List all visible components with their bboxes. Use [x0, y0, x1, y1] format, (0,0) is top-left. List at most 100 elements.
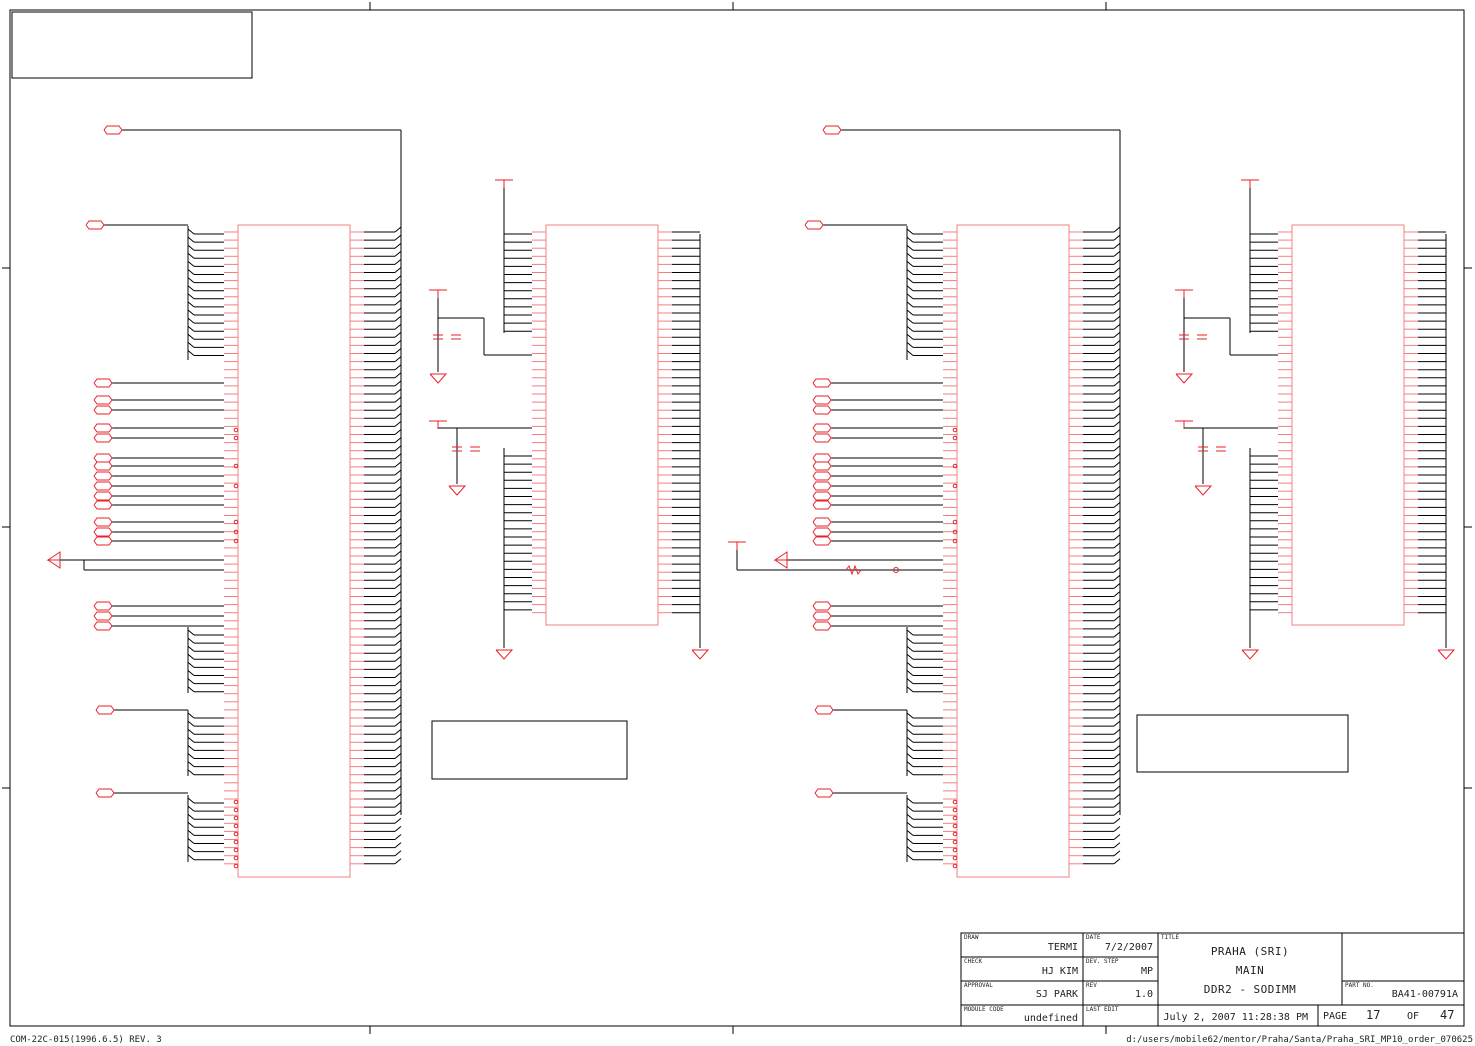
bus-right-right-entry [1113, 283, 1121, 290]
bus-right-left-entry [906, 769, 914, 776]
port-right-signal [812, 405, 832, 415]
bus-right-right-entry [1113, 566, 1121, 573]
bus-left-right-entry [394, 720, 402, 727]
bus-right-right-entry [1113, 340, 1121, 346]
bus-right-left-entry [906, 261, 914, 267]
bus-left-right-entry [394, 275, 402, 281]
port-left-signal [93, 611, 113, 621]
port-right-signal [812, 491, 832, 501]
bus-right-left-entry [906, 285, 914, 292]
bus-left-left-entry [187, 670, 195, 676]
bus-left-right-entry [394, 259, 402, 265]
bus-left-right-entry [394, 696, 402, 703]
testpoint-right [952, 839, 958, 845]
port-right-signal [812, 461, 832, 471]
bus-right-right-entry [1113, 558, 1121, 565]
approval-label: APPROVAL [964, 982, 993, 989]
bus-right-left-entry [906, 670, 914, 676]
bus-right-right-entry [1113, 259, 1121, 265]
testpoint-left [233, 815, 239, 821]
testpoint-right [952, 427, 958, 433]
bus-right-right-entry [1113, 412, 1121, 419]
gnd-right-right [1437, 649, 1456, 660]
bus-left-right-entry [394, 680, 402, 686]
bus-left-left-entry [187, 252, 195, 259]
file-path: d:/users/mobile62/mentor/Praha/Santa/Pra… [1126, 1035, 1473, 1045]
bus-left-right-entry [394, 550, 402, 557]
port-right-signal [812, 395, 832, 405]
bus-left-left-entry [187, 645, 195, 652]
bus-right-right-entry [1113, 331, 1121, 338]
bus-right-right-entry [1113, 477, 1121, 484]
bus-left-right-entry [394, 583, 402, 589]
bus-left-right-entry [394, 493, 402, 500]
bus-left-right-entry [394, 809, 402, 816]
bus-left-right-entry [394, 728, 402, 735]
bus-right-left-entry [906, 712, 914, 719]
note-box-left [431, 720, 628, 780]
bus-right-right-entry [1113, 242, 1121, 249]
testpoint-left [233, 855, 239, 861]
bus-left-right-entry [394, 267, 402, 273]
bus-right-right-entry [1113, 834, 1121, 840]
port-left-c [95, 788, 115, 798]
bus-left-left-entry [187, 333, 195, 340]
bus-left-right-entry [394, 380, 402, 387]
testpoint-left [233, 483, 239, 489]
bus-left-right-entry [394, 396, 402, 403]
bus-left-left-entry [187, 293, 195, 300]
bus-left-right-entry [394, 429, 402, 435]
bus-left-right-entry [394, 834, 402, 840]
port-right-signal [812, 517, 832, 527]
bus-left-right-entry [394, 615, 402, 622]
port-right-a [804, 220, 824, 230]
bus-left-right-entry [394, 421, 402, 427]
port-left-signal [93, 471, 113, 481]
bus-left-right-entry [394, 574, 402, 581]
bus-left-right-entry [394, 623, 402, 630]
bus-left-left-entry [187, 261, 195, 267]
last-edit-value: July 2, 2007 11:28:38 PM [1163, 1012, 1309, 1023]
bus-right-left-entry [906, 269, 914, 275]
bus-right-right-entry [1113, 307, 1121, 314]
testpoint-right [952, 847, 958, 853]
bus-left-right-entry [394, 364, 402, 371]
bus-right-right-entry [1113, 728, 1121, 735]
testpoint-right [952, 815, 958, 821]
bus-left-right-entry [394, 485, 402, 492]
bus-right-right-entry [1113, 591, 1121, 597]
bus-left-right-entry [394, 404, 402, 411]
bus-left-right-entry [394, 745, 402, 751]
bus-right-right-entry [1113, 631, 1121, 638]
port-left-top [103, 125, 123, 135]
connector-right [956, 224, 1070, 878]
bus-left-left-entry [187, 753, 195, 759]
check-label: CHECK [964, 958, 983, 965]
bus-left-right-entry [394, 356, 402, 362]
testpoint-right [952, 435, 958, 441]
bus-left-right-entry [394, 437, 402, 443]
bus-left-right-entry [394, 518, 402, 524]
bus-right-right-entry [1113, 534, 1121, 541]
chip-right [1291, 224, 1405, 626]
bus-right-right-entry [1113, 785, 1121, 792]
bus-right-right-entry [1113, 493, 1121, 500]
testpoint-left [233, 435, 239, 441]
bus-left-right-entry [394, 250, 402, 257]
bus-left-left-entry [187, 277, 195, 283]
testpoint-right [952, 855, 958, 861]
bus-right-right-entry [1113, 761, 1121, 767]
bus-left-right-entry [394, 801, 402, 808]
port-right-c [814, 788, 834, 798]
draw-value: TERMI [1047, 942, 1078, 953]
bus-right-right-entry [1113, 226, 1121, 233]
gnd-left-left [495, 649, 514, 660]
bus-right-left-entry [906, 846, 914, 852]
bus-right-right-entry [1113, 510, 1121, 516]
port-left-signal [93, 491, 113, 501]
bus-right-left-entry [906, 838, 914, 844]
bus-left-right-entry [394, 234, 402, 241]
testpoint-left [233, 847, 239, 853]
bus-left-right-entry [394, 291, 402, 298]
port-right-signal [812, 500, 832, 510]
